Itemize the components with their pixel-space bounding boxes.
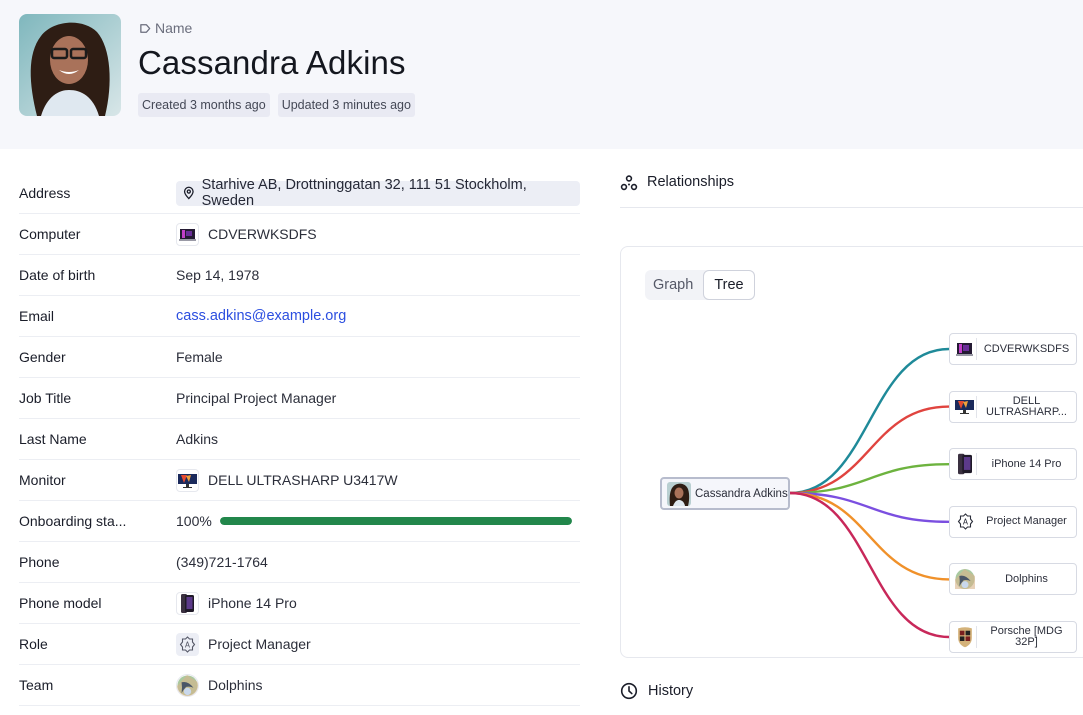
field-label: Email	[19, 308, 55, 324]
field-row-job-title: Job Title Principal Project Manager	[19, 378, 580, 419]
computer-link[interactable]: CDVERWKSDFS	[208, 226, 317, 242]
job-title-value: Principal Project Manager	[176, 390, 337, 406]
root-avatar-thumbnail	[667, 481, 691, 506]
field-row-computer: Computer CDVERWKSDFS	[19, 214, 580, 255]
avatar[interactable]	[19, 14, 121, 116]
history-header: History	[620, 682, 693, 700]
field-row-onboarding-status: Onboarding sta... 100%	[19, 501, 580, 542]
phone-thumbnail-icon	[955, 453, 977, 476]
tree-node[interactable]: CDVERWKSDFS	[949, 333, 1077, 365]
role-badge-icon: A	[955, 511, 977, 533]
progress-fill	[219, 517, 572, 525]
gender-value: Female	[176, 349, 223, 365]
field-row-address: Address Starhive AB, Drottninggatan 32, …	[19, 173, 580, 214]
field-label: Address	[19, 185, 71, 201]
phone-value: (349)721-1764	[176, 554, 268, 570]
tree-node-label: Dolphins	[1005, 572, 1048, 585]
field-label: Onboarding sta...	[19, 513, 127, 529]
field-label: Computer	[19, 226, 81, 242]
relationships-graph-card: Graph Tree Cassandra Adkins CDVERWKSDFS D…	[620, 246, 1083, 658]
laptop-thumbnail-icon	[955, 338, 977, 360]
field-row-phone-model: Phone model iPhone 14 Pro	[19, 583, 580, 624]
address-value: Starhive AB, Drottninggatan 32, 111 51 S…	[201, 177, 527, 209]
onboarding-progress: 100%	[176, 513, 580, 529]
monitor-thumbnail-icon	[176, 468, 199, 492]
svg-text:A: A	[185, 640, 191, 649]
role-badge-icon: A	[176, 632, 199, 656]
name-label-text: Name	[155, 20, 193, 36]
page-title: Cassandra Adkins	[138, 44, 406, 81]
role-link[interactable]: Project Manager	[208, 636, 311, 652]
laptop-thumbnail-icon	[176, 222, 199, 246]
tree-node-label: DELL ULTRASHARP...	[986, 394, 1067, 418]
field-row-team: Team Dolphins	[19, 665, 580, 706]
dolphin-thumbnail-icon	[955, 568, 977, 590]
tree-node-label: iPhone 14 Pro	[991, 457, 1062, 470]
field-label: Gender	[19, 349, 66, 365]
field-row-gender: Gender Female	[19, 337, 580, 378]
profile-header: Name Cassandra Adkins Created 3 months a…	[0, 0, 1083, 149]
updated-badge: Updated 3 minutes ago	[277, 93, 415, 117]
tree-node-label: Porsche [MDG 32P]	[990, 625, 1063, 648]
address-chip[interactable]: Starhive AB, Drottninggatan 32, 111 51 S…	[176, 177, 580, 209]
field-label: Team	[19, 677, 54, 693]
tree-node[interactable]: Porsche [MDG 32P]	[949, 621, 1077, 653]
field-label: Monitor	[19, 472, 66, 488]
date-of-birth-value: Sep 14, 1978	[176, 267, 260, 283]
tree-root-node[interactable]: Cassandra Adkins	[660, 477, 790, 510]
progress-track	[219, 517, 572, 525]
porsche-crest-thumbnail-icon	[955, 626, 977, 648]
tree-edge	[789, 347, 950, 495]
timestamp-badges: Created 3 months ago Updated 3 minutes a…	[138, 93, 415, 117]
tree-node[interactable]: A Project Manager	[949, 505, 1077, 538]
field-row-date-of-birth: Date of birth Sep 14, 1978	[19, 255, 580, 296]
field-row-email: Email cass.adkins@example.org	[19, 296, 580, 337]
phone-model-link[interactable]: iPhone 14 Pro	[208, 595, 297, 611]
team-link[interactable]: Dolphins	[208, 677, 262, 693]
monitor-link[interactable]: DELL ULTRASHARP U3417W	[208, 472, 398, 488]
name-field-label: Name	[139, 20, 192, 36]
root-node-label: Cassandra Adkins	[695, 487, 788, 500]
tag-icon	[140, 23, 151, 33]
field-label: Phone	[19, 554, 60, 570]
tree-node[interactable]: iPhone 14 Pro	[949, 448, 1077, 481]
field-row-role: Role A Project Manager	[19, 624, 580, 665]
svg-text:A: A	[962, 518, 968, 527]
dolphin-thumbnail-icon	[176, 673, 199, 697]
progress-percent: 100%	[176, 513, 212, 529]
relationships-icon	[620, 175, 638, 191]
field-row-phone: Phone (349)721-1764	[19, 542, 580, 583]
field-label: Job Title	[19, 390, 72, 406]
email-link[interactable]: cass.adkins@example.org	[176, 308, 346, 324]
attribute-list: Address Starhive AB, Drottninggatan 32, …	[19, 173, 580, 706]
history-title: History	[648, 683, 694, 699]
created-badge: Created 3 months ago	[138, 93, 270, 117]
relationships-header: Relationships	[620, 170, 1083, 208]
field-label: Date of birth	[19, 267, 96, 283]
field-label: Role	[19, 636, 48, 652]
monitor-thumbnail-icon	[955, 395, 977, 418]
field-row-monitor: Monitor DELL ULTRASHARP U3417W	[19, 460, 580, 501]
map-pin-icon	[183, 186, 194, 200]
relationships-title: Relationships	[647, 174, 735, 190]
last-name-value: Adkins	[176, 431, 219, 447]
clock-icon	[620, 682, 638, 700]
phone-thumbnail-icon	[176, 591, 199, 615]
tree-node[interactable]: DELL ULTRASHARP...	[949, 390, 1077, 423]
field-label: Last Name	[19, 431, 87, 447]
field-row-last-name: Last Name Adkins	[19, 419, 580, 460]
tree-node[interactable]: Dolphins	[949, 563, 1077, 596]
tree-node-label: Project Manager	[986, 515, 1067, 528]
tree-edge	[789, 491, 950, 639]
tree-node-label: CDVERWKSDFS	[983, 342, 1070, 355]
field-label: Phone model	[19, 595, 102, 611]
